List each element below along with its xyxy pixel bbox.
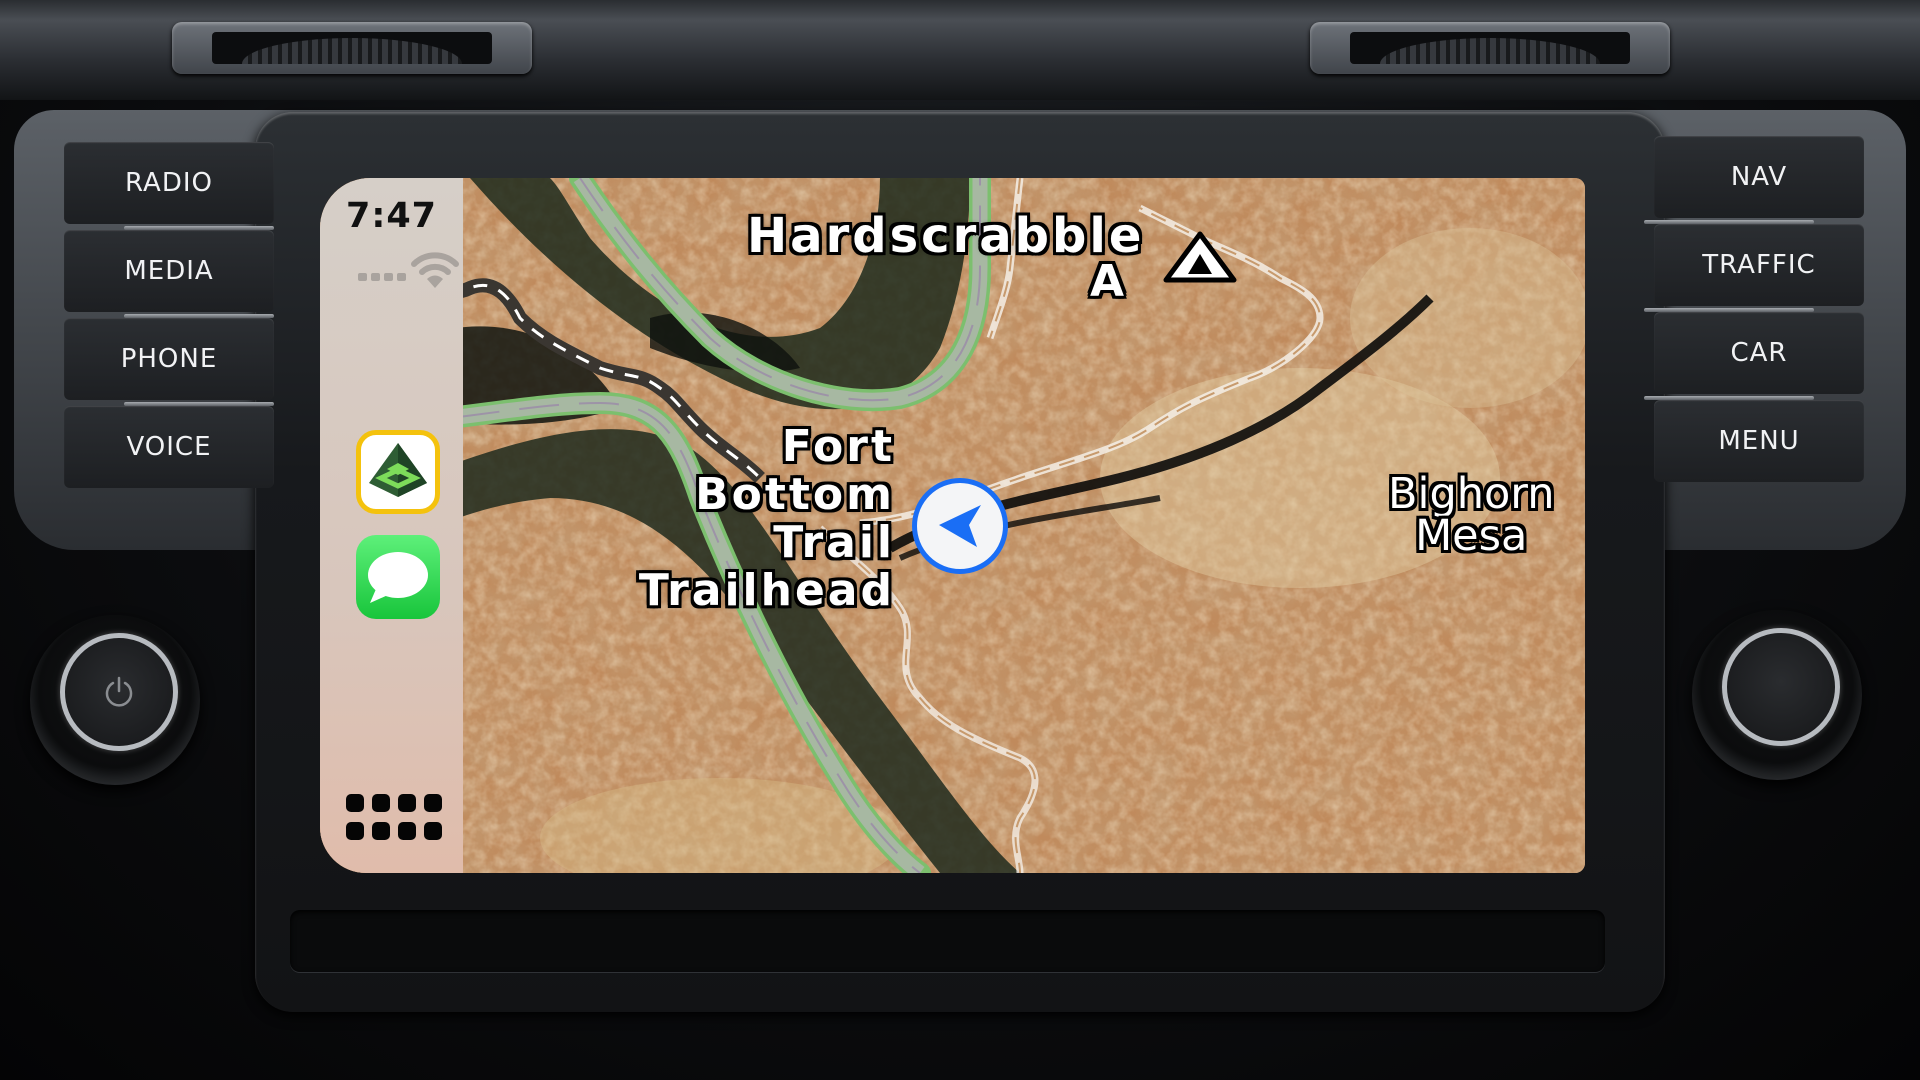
top-trim <box>0 0 1920 100</box>
app-grid-icon[interactable] <box>346 794 446 842</box>
air-vent-right <box>1310 22 1670 74</box>
power-icon <box>105 676 133 707</box>
carplay-sidebar: 7:47 <box>320 178 463 873</box>
messages-app-button[interactable] <box>356 535 440 619</box>
radio-button[interactable]: RADIO <box>64 142 274 230</box>
map-label-line: Fort <box>781 421 895 472</box>
bottom-slot <box>290 910 1605 972</box>
dashboard: RADIO MEDIA PHONE VOICE NAV TRAFFIC CAR … <box>0 0 1920 1080</box>
map-label-line: Trail <box>773 517 895 568</box>
gaia-gps-icon <box>369 443 427 497</box>
map-label-hardscrabble[interactable]: Hardscrabble <box>747 208 1144 264</box>
map-label-fort-bottom-trailhead[interactable]: Fort Bottom Trail Trailhead <box>639 423 895 615</box>
map-label-hardscrabble-a[interactable]: A <box>1090 256 1124 307</box>
phone-button-label: PHONE <box>120 344 218 374</box>
cellular-signal-icon <box>358 273 406 281</box>
tune-scroll-knob[interactable] <box>1692 610 1862 780</box>
radio-button-label: RADIO <box>125 168 213 198</box>
right-button-panel: NAV TRAFFIC CAR MENU <box>1644 120 1890 540</box>
air-vent-left <box>172 22 532 74</box>
voice-button-label: VOICE <box>126 432 212 462</box>
nav-arrow-icon <box>939 505 981 547</box>
carplay-screen: Hardscrabble A Fort Bottom Trail Trailhe… <box>320 178 1585 873</box>
voice-button[interactable]: VOICE <box>64 406 274 488</box>
map-label-line: Bighorn <box>1388 469 1555 519</box>
map-label-line: Mesa <box>1415 511 1528 561</box>
gaia-gps-app-button[interactable] <box>356 430 440 514</box>
menu-button[interactable]: MENU <box>1654 400 1864 482</box>
nav-button-label: NAV <box>1730 162 1788 192</box>
traffic-button[interactable]: TRAFFIC <box>1644 224 1864 312</box>
phone-button[interactable]: PHONE <box>64 318 274 406</box>
left-button-panel: RADIO MEDIA PHONE VOICE <box>56 120 296 540</box>
map-label-bighorn-mesa[interactable]: Bighorn Mesa <box>1388 469 1555 561</box>
menu-button-label: MENU <box>1718 426 1800 456</box>
tent-icon[interactable] <box>1160 230 1240 286</box>
media-button-label: MEDIA <box>124 256 214 286</box>
nav-button[interactable]: NAV <box>1644 136 1864 224</box>
media-button[interactable]: MEDIA <box>64 230 274 318</box>
messages-icon <box>368 552 428 603</box>
wifi-icon <box>411 252 459 288</box>
car-button-label: CAR <box>1730 338 1788 368</box>
volume-power-knob[interactable] <box>30 615 200 785</box>
current-location-marker[interactable] <box>912 478 1008 574</box>
map-label-line: Bottom <box>695 469 895 520</box>
traffic-button-label: TRAFFIC <box>1702 250 1816 280</box>
map-label-line: Trailhead <box>638 565 895 616</box>
status-time: 7:47 <box>345 196 438 236</box>
car-button[interactable]: CAR <box>1644 312 1864 400</box>
